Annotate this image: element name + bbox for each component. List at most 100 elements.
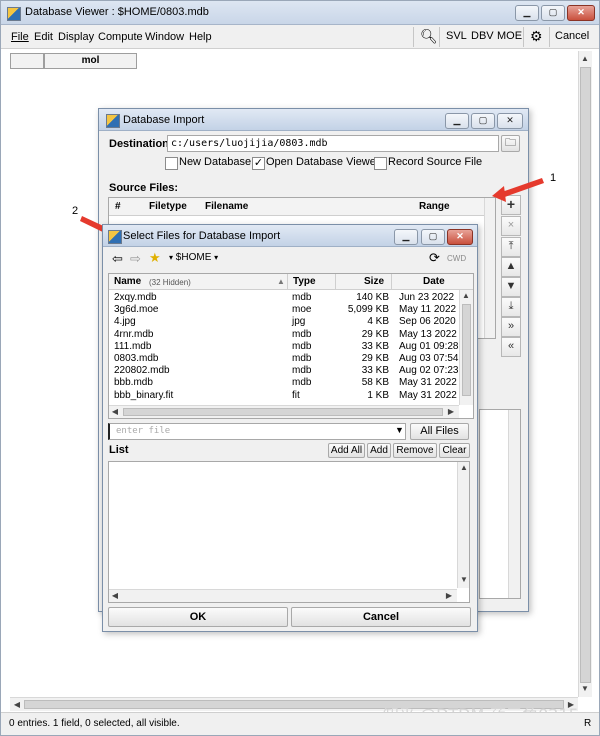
menu-window[interactable]: Window <box>145 31 184 43</box>
file-table-h-scrollbar[interactable]: ◀ ▶ <box>109 405 459 418</box>
minimize-button[interactable]: ▁ <box>515 5 539 21</box>
destination-label: Destination: <box>109 138 173 150</box>
move-down-icon[interactable]: ▼ <box>501 277 521 297</box>
menu-display[interactable]: Display <box>58 31 94 43</box>
file-type: mdb <box>292 353 312 364</box>
h-scroll-thumb[interactable] <box>123 408 443 416</box>
file-type: jpg <box>292 316 306 328</box>
moe-button[interactable]: MOE <box>497 30 522 42</box>
close-button[interactable]: ✕ <box>567 5 595 21</box>
file-row[interactable]: 111.mdb mdb 33 KB Aug 01 09:28 <box>109 341 459 353</box>
scroll-up-arrow[interactable]: ▲ <box>460 290 472 302</box>
cwd-button[interactable]: CWD <box>447 254 466 263</box>
file-type: mdb <box>292 328 312 340</box>
file-row[interactable]: 0803.mdb mdb 29 KB Aug 03 07:54 <box>109 353 459 365</box>
import-maximize-button[interactable]: ▢ <box>471 113 495 129</box>
remove-button[interactable]: Remove <box>393 443 437 458</box>
column-header-mol[interactable]: mol <box>44 53 137 69</box>
scroll-thumb[interactable] <box>462 304 471 396</box>
file-row[interactable]: 3g6d.moe moe 5,099 KB May 11 2022 <box>109 304 457 316</box>
clear-button[interactable]: Clear <box>439 443 470 458</box>
scroll-left-arrow[interactable]: ◀ <box>109 590 121 602</box>
search-icon[interactable]: 🔍︎ <box>420 28 438 45</box>
select-minimize-button[interactable]: ▁ <box>394 229 418 245</box>
file-rows: 2xqy.mdb mdb 140 KB Jun 23 2022 3g6d.moe moe 5… <box>109 292 459 404</box>
file-name: 3g6d.moe <box>114 304 159 316</box>
menu-edit[interactable]: Edit <box>34 31 53 43</box>
col-type[interactable]: Type <box>293 276 316 287</box>
list-v-scrollbar[interactable]: ▲ ▼ <box>457 462 469 588</box>
list-box[interactable]: ▲ ▼ ◀ ▶ <box>108 461 470 603</box>
col-date[interactable]: Date <box>423 276 445 287</box>
menu-file[interactable]: File <box>11 31 29 43</box>
file-entry-dropdown-icon[interactable]: ▼ <box>395 425 404 435</box>
file-table-v-scrollbar[interactable]: ▲ <box>459 290 473 405</box>
file-table[interactable]: Name (32 Hidden) ▲ Type Size Date 2xqy.m… <box>108 273 474 419</box>
file-size: 140 KB <box>356 292 389 303</box>
import-close-button[interactable]: ✕ <box>497 113 523 129</box>
file-row[interactable]: bbb.mdb mdb 58 KB May 31 2022 <box>109 377 457 389</box>
import-lower-scrollbar[interactable] <box>508 410 520 598</box>
main-vertical-scrollbar[interactable]: ▲ ▼ <box>578 51 592 697</box>
col-range: Range <box>419 201 450 212</box>
import-minimize-button[interactable]: ▁ <box>445 113 469 129</box>
file-row[interactable]: bbb_binary.fit fit 1 KB May 31 2022 <box>109 390 457 402</box>
move-top-icon[interactable]: ⤒ <box>501 237 521 257</box>
scroll-left-arrow[interactable]: ◀ <box>11 699 23 711</box>
file-table-header: Name (32 Hidden) ▲ Type Size Date <box>109 274 473 290</box>
ok-button[interactable]: OK <box>108 607 288 627</box>
all-files-button[interactable]: All Files <box>410 423 469 440</box>
scroll-up-arrow[interactable]: ▲ <box>458 462 470 474</box>
add-button[interactable]: Add <box>367 443 391 458</box>
forward-arrow-icon[interactable]: ⇨ <box>130 251 141 267</box>
remove-icon[interactable]: × <box>501 216 521 236</box>
menu-compute[interactable]: Compute <box>98 31 143 43</box>
file-entry-input[interactable]: enter file <box>108 423 406 440</box>
file-size: 29 KB <box>361 328 389 340</box>
svl-button[interactable]: SVL <box>446 30 467 42</box>
move-bottom-icon[interactable]: ⤓ <box>501 297 521 317</box>
file-date: Sep 06 2020 <box>399 316 456 328</box>
file-row[interactable]: 4.jpg jpg 4 KB Sep 06 2020 <box>109 316 457 328</box>
new-database-checkbox[interactable] <box>165 157 178 170</box>
back-arrow-icon[interactable]: ⇦ <box>112 251 123 267</box>
select-close-button[interactable]: ✕ <box>447 229 473 245</box>
collapse-icon[interactable]: « <box>501 337 521 357</box>
add-all-button[interactable]: Add All <box>328 443 365 458</box>
cancel-tool-button[interactable]: Cancel <box>555 30 589 42</box>
gear-icon[interactable]: ⚙ <box>530 28 543 45</box>
scroll-down-arrow[interactable]: ▼ <box>579 683 591 695</box>
col-name[interactable]: Name <box>114 276 141 287</box>
expand-icon[interactable]: » <box>501 317 521 337</box>
file-row[interactable]: 2xqy.mdb mdb 140 KB Jun 23 2022 <box>109 292 457 304</box>
file-row[interactable]: 220802.mdb mdb 33 KB Aug 02 07:23 <box>109 365 459 377</box>
path-dropdown[interactable]: ▾ $HOME ▾ <box>169 250 259 266</box>
maximize-button[interactable]: ▢ <box>541 5 565 21</box>
scroll-down-arrow[interactable]: ▼ <box>458 574 470 586</box>
scroll-thumb[interactable] <box>580 67 591 683</box>
scroll-right-arrow[interactable]: ▶ <box>443 590 455 602</box>
folder-open-icon[interactable]: 🗀 <box>501 135 520 152</box>
file-size: 58 KB <box>361 377 389 389</box>
refresh-icon[interactable]: ⟳ <box>429 250 440 266</box>
file-name: bbb.mdb <box>114 377 153 389</box>
record-source-label: Record Source File <box>388 156 483 168</box>
file-row[interactable]: 4rnr.mdb mdb 29 KB May 13 2022 <box>109 329 457 341</box>
scroll-right-arrow[interactable]: ▶ <box>445 406 457 418</box>
favorites-star-icon[interactable]: ★ <box>149 250 161 266</box>
corner-label: R <box>584 718 592 729</box>
dbv-button[interactable]: DBV <box>471 30 494 42</box>
open-viewer-checkbox[interactable]: ✓ <box>252 157 265 170</box>
cancel-button[interactable]: Cancel <box>291 607 471 627</box>
record-source-checkbox[interactable] <box>374 157 387 170</box>
destination-field[interactable]: c:/users/luojijia/0803.mdb <box>167 135 499 152</box>
list-h-scrollbar[interactable]: ◀ ▶ <box>109 589 457 602</box>
col-size[interactable]: Size <box>364 276 384 287</box>
select-maximize-button[interactable]: ▢ <box>421 229 445 245</box>
menu-help[interactable]: Help <box>189 31 212 43</box>
status-text: 0 entries. 1 field, 0 selected, all visi… <box>9 718 180 729</box>
source-files-scrollbar[interactable] <box>484 198 495 338</box>
scroll-left-arrow[interactable]: ◀ <box>109 406 121 418</box>
move-up-icon[interactable]: ▲ <box>501 257 521 277</box>
scroll-up-arrow[interactable]: ▲ <box>579 53 591 65</box>
